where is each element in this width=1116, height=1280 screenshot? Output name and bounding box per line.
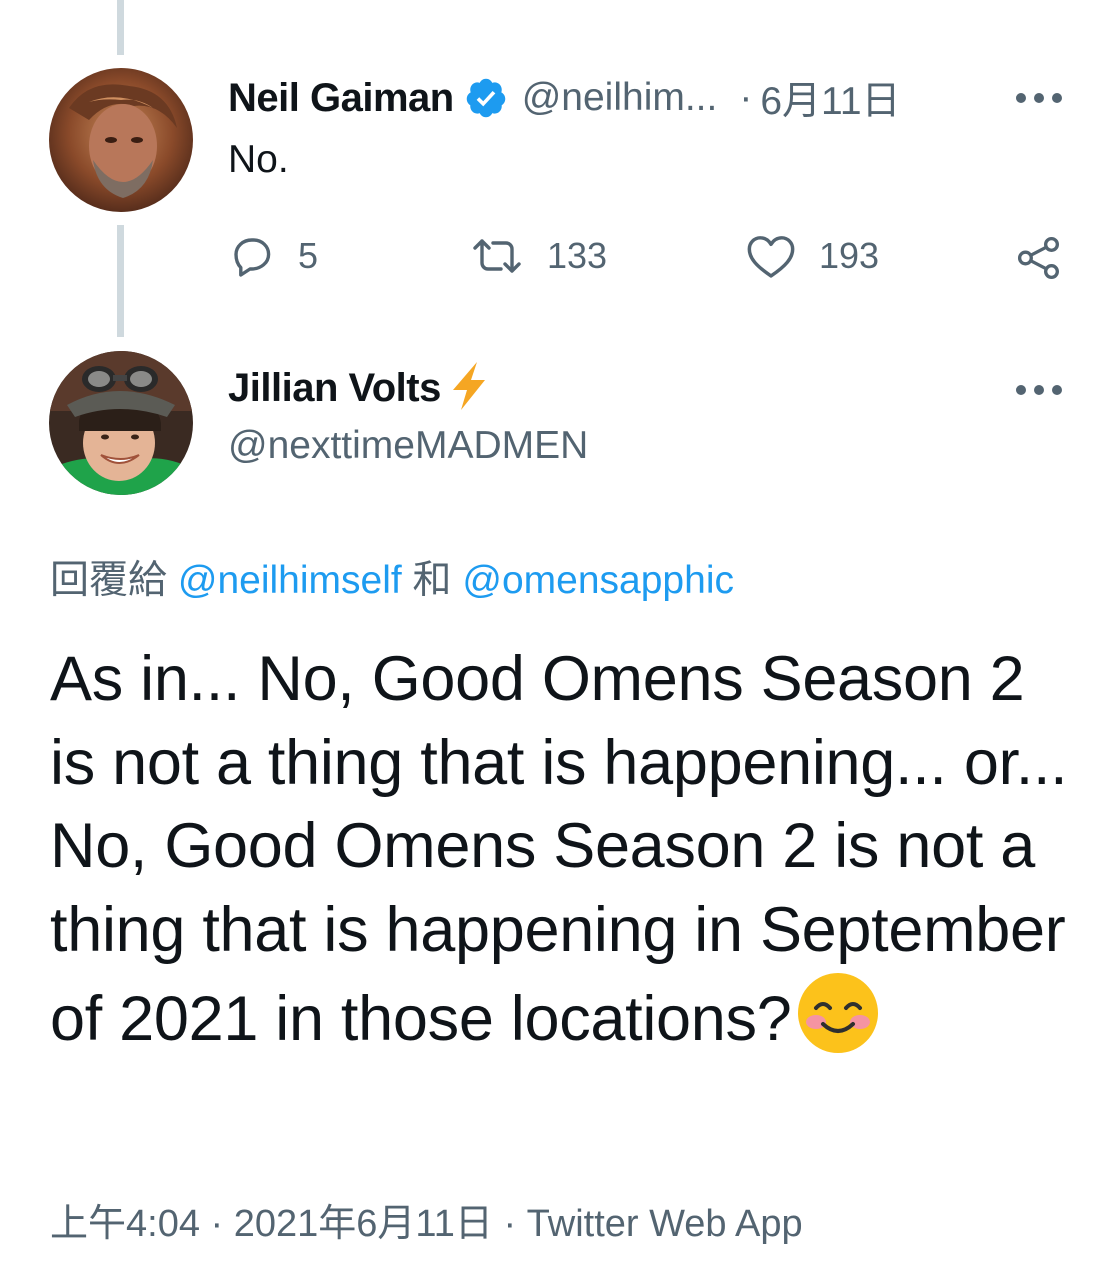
thread-line-top (117, 0, 124, 55)
reply-count: 5 (298, 235, 319, 276)
tweet-date[interactable]: 6月11日 (760, 70, 900, 126)
lightning-bolt-emoji (445, 360, 493, 417)
tweet-meta: 上午4:04 · 2021年6月11日 · Twitter Web App (50, 1192, 803, 1247)
avatar-jillian-volts[interactable] (49, 351, 193, 495)
author-handle[interactable]: @neilhim... (522, 76, 718, 120)
more-icon[interactable] (1016, 384, 1062, 396)
like-button[interactable]: 193 (745, 230, 879, 282)
meta-separator: · (503, 1203, 517, 1245)
tweet-date[interactable]: 2021年6月11日 (234, 1203, 493, 1245)
tweet-main-text: As in... No, Good Omens Season 2 is not … (50, 644, 1068, 1054)
more-icon[interactable] (1016, 92, 1062, 104)
author-name[interactable]: Neil Gaiman (228, 76, 454, 121)
author-name[interactable]: Jillian Volts (228, 366, 441, 411)
tweet-parent-text: No. (228, 138, 289, 181)
header-separator: · (739, 76, 753, 119)
avatar-neil-gaiman[interactable] (49, 68, 193, 212)
like-count: 193 (819, 235, 880, 276)
author-handle[interactable]: @nexttimeMADMEN (228, 424, 588, 468)
share-button[interactable] (1014, 232, 1064, 284)
retweet-count: 133 (547, 235, 608, 276)
reply-to-joiner: 和 (412, 559, 452, 602)
verified-badge-icon (464, 76, 508, 120)
tweet-main-author: Jillian Volts (228, 360, 493, 417)
meta-separator: · (210, 1203, 224, 1245)
smiling-face-emoji (797, 972, 879, 1054)
tweet-parent-header: Neil Gaiman @neilhim... · 6月11日 (228, 74, 901, 124)
tweet-main-body: As in... No, Good Omens Season 2 is not … (50, 638, 1070, 1062)
reply-to-line: 回覆給 @neilhimself 和 @omensapphic (50, 549, 734, 605)
reply-to-prefix: 回覆給 (50, 559, 168, 602)
mention-link[interactable]: @neilhimself (178, 559, 402, 602)
share-icon (1014, 233, 1064, 283)
tweet-time[interactable]: 上午4:04 (50, 1203, 200, 1245)
thread-line-connector (117, 225, 124, 337)
tweet-source[interactable]: Twitter Web App (527, 1203, 803, 1245)
reply-icon (228, 232, 276, 280)
retweet-button[interactable]: 133 (469, 230, 607, 282)
heart-icon (745, 232, 797, 280)
reply-button[interactable]: 5 (228, 230, 318, 282)
mention-link[interactable]: @omensapphic (462, 559, 734, 602)
retweet-icon (469, 232, 525, 280)
